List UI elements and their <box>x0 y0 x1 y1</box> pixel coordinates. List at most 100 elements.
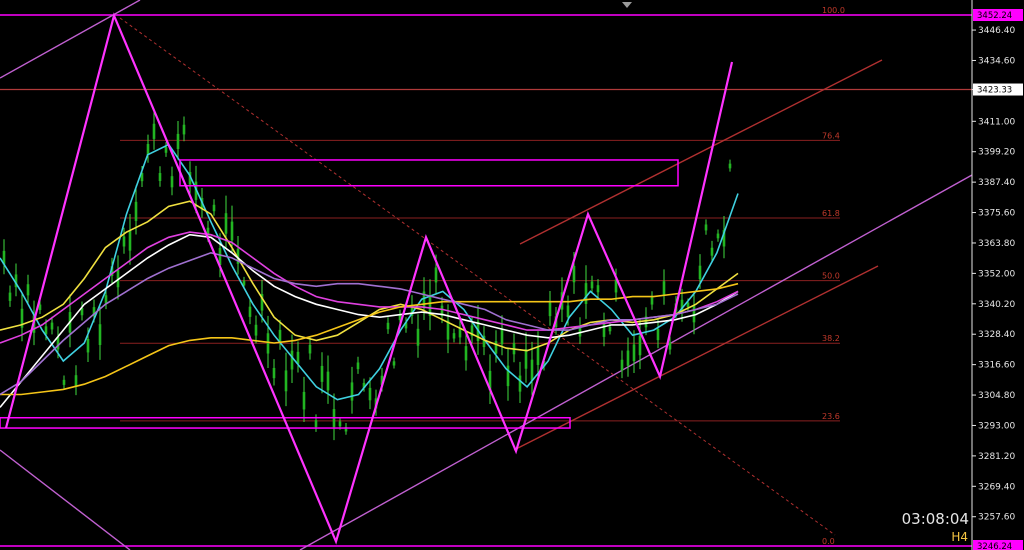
axis-tick-label: 3316.60 <box>978 361 1015 371</box>
candle-body <box>500 328 504 345</box>
candle-body <box>710 247 714 256</box>
candle-body <box>326 371 330 391</box>
candle-body <box>692 305 696 323</box>
fib-label: 76.4 <box>822 131 840 140</box>
candle-body <box>86 338 90 353</box>
axis-tick-label: 3387.40 <box>978 178 1015 188</box>
candle-body <box>596 285 600 293</box>
candle-body <box>122 236 126 247</box>
candle-body <box>278 329 282 342</box>
fib-label: 61.8 <box>822 209 840 218</box>
candle-body <box>386 322 390 330</box>
candle-body <box>284 370 288 392</box>
candle-body <box>248 306 252 317</box>
fib-label: 23.6 <box>822 412 840 421</box>
candle-body <box>434 267 438 283</box>
candle-body <box>182 124 186 135</box>
candle-body <box>224 213 228 234</box>
candle-body <box>572 265 576 283</box>
candle-body <box>662 281 666 295</box>
axis-tick-label: 3434.60 <box>978 56 1015 66</box>
price-axis: 3446.40 3434.60 3423.33 3411.00 3399.20 3387.… <box>971 0 1015 550</box>
zone-rectangle <box>179 159 679 187</box>
rectangles <box>0 159 679 429</box>
candle-body <box>308 344 312 354</box>
candle-body <box>8 292 12 301</box>
candle-body <box>704 224 708 231</box>
candle-body <box>650 297 654 305</box>
candle-body <box>176 133 180 149</box>
candle-body <box>584 283 588 304</box>
candle-body <box>74 375 78 387</box>
axis-tick-label: 3257.60 <box>978 513 1015 523</box>
zigzag <box>4 12 734 545</box>
axis-tick-label: 3375.60 <box>978 209 1015 219</box>
candle-body <box>230 221 234 241</box>
price-badge-label: 3246.24 <box>977 542 1012 550</box>
axis-tick-label: 3363.80 <box>978 239 1015 249</box>
candle-body <box>518 375 522 392</box>
axis-tick-label: 3352.00 <box>978 269 1015 279</box>
candle-body <box>212 204 216 212</box>
moving-average-line <box>0 231 739 344</box>
candle-body <box>524 349 528 369</box>
candle-body <box>632 344 636 362</box>
axis-tick-label: 3399.20 <box>978 148 1015 158</box>
candle-body <box>698 265 702 280</box>
axis-tick-label: 3269.40 <box>978 482 1015 492</box>
candle-body <box>266 333 270 354</box>
candle-body <box>452 333 456 339</box>
chart-shift-marker-icon[interactable] <box>622 2 632 8</box>
candle-body <box>536 346 540 365</box>
zigzag-line <box>4 12 734 545</box>
candle-body <box>656 328 660 341</box>
axis-tick-label: 3281.20 <box>978 452 1015 462</box>
candle-body <box>668 342 672 350</box>
candle-body <box>626 350 630 366</box>
candle-body <box>338 421 342 427</box>
price-badges: 3452.24 3423.33 3246.24 <box>973 9 1023 550</box>
candle-body <box>464 346 468 361</box>
candle-body <box>302 391 306 410</box>
candle-body <box>314 420 318 428</box>
axis-tick-label: 3411.00 <box>978 117 1015 127</box>
candle-body <box>416 328 420 346</box>
candle-body <box>98 324 102 345</box>
candle-body <box>530 359 534 381</box>
candle-body <box>170 176 174 188</box>
candle-body <box>164 147 168 153</box>
red-channel-lower <box>513 265 879 451</box>
timeframe-label: H4 <box>951 530 968 544</box>
price-chart: 100.0 76.4 61.8 50.0 38.2 23.6 0.0 3446.40 3434… <box>0 0 1023 550</box>
channel-upper-line <box>0 0 141 79</box>
candle-body <box>152 123 156 139</box>
candle-body <box>392 361 396 366</box>
candle-body <box>158 173 162 182</box>
axis-tick-label: 3293.00 <box>978 421 1015 431</box>
candle-body <box>728 163 732 169</box>
candle-body <box>26 284 30 296</box>
candle-body <box>368 387 372 401</box>
candle-body <box>320 365 324 382</box>
axis-tick-label: 3328.40 <box>978 330 1015 340</box>
price-badge-label: 3452.24 <box>977 11 1012 21</box>
price-badge-label: 3423.33 <box>977 86 1012 96</box>
dotted-trend-line <box>119 17 836 536</box>
candle-body <box>548 302 552 317</box>
axis-tick-label: 3304.80 <box>978 391 1015 401</box>
candle-body <box>50 322 54 330</box>
candle-body <box>104 295 108 304</box>
candle-body <box>254 324 258 336</box>
candle-body <box>620 359 624 371</box>
candle-body <box>350 382 354 401</box>
candle-body <box>590 281 594 289</box>
fib-label: 0.0 <box>822 537 835 546</box>
candle-body <box>494 341 498 354</box>
candle-body <box>134 201 138 221</box>
candle-body <box>608 326 612 332</box>
candle-body <box>716 233 720 239</box>
bar-countdown: 03:08:04 <box>901 510 969 528</box>
fib-label: 50.0 <box>822 272 840 281</box>
fib-label: 100.0 <box>822 6 845 15</box>
candle-body <box>356 362 360 370</box>
